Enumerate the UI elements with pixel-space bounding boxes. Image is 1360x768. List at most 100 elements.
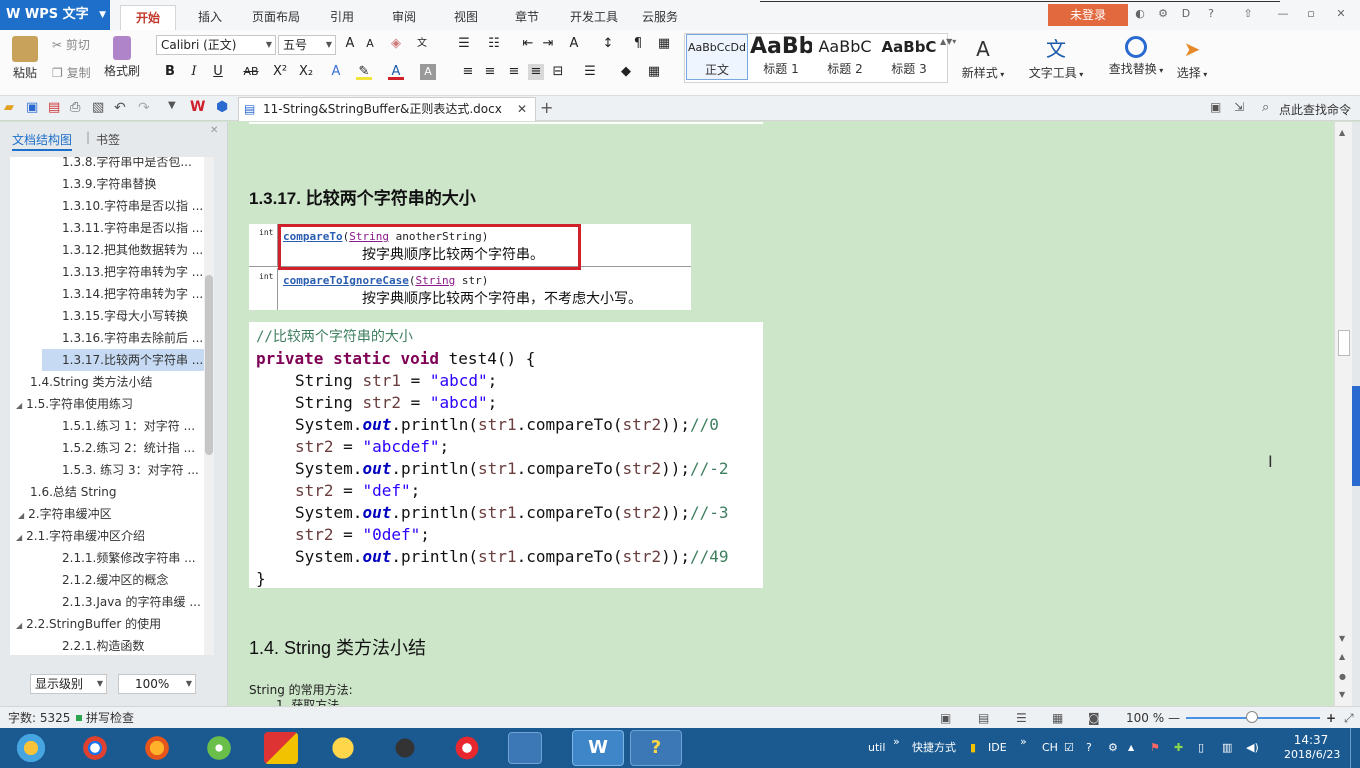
sort-icon[interactable]: ↕ [600, 36, 616, 52]
nav-item[interactable]: 2.1.2.缓冲区的概念 [10, 569, 214, 591]
tab-cloud[interactable]: 云服务 [636, 5, 684, 30]
justify-icon[interactable]: ≡ [528, 64, 544, 80]
collapse-ribbon-icon[interactable]: ⇲ [1234, 100, 1252, 114]
nav-item[interactable]: ◢ 2.字符串缓冲区 [10, 503, 214, 525]
grow-font-icon[interactable]: A [342, 36, 358, 52]
eye-protect-icon[interactable]: ◙ [1088, 707, 1100, 729]
app-icon-rednote[interactable] [264, 732, 298, 764]
clock[interactable]: 14:37 2018/6/23 [1284, 733, 1340, 768]
spring-tool-icon[interactable] [202, 732, 236, 764]
char-shading-icon[interactable]: A [420, 64, 436, 80]
new-tab-icon[interactable]: + [540, 98, 556, 117]
nav-item[interactable]: 1.4.String 类方法小结 [10, 371, 214, 393]
nav-scrollbar[interactable] [204, 157, 214, 655]
tab-document-map[interactable]: 文档结构图 [12, 131, 73, 151]
collapse-triangle-icon[interactable]: ◢ [16, 621, 22, 630]
close-panel-icon[interactable]: ✕ [210, 125, 218, 136]
zoom-value[interactable]: 100 % [1126, 707, 1164, 729]
nav-item[interactable]: 1.3.15.字母大小写转换 [10, 305, 214, 327]
netease-music-icon[interactable] [450, 732, 484, 764]
nav-item[interactable]: 1.5.3. 练习 3：对字符 ... [10, 459, 214, 481]
login-button[interactable]: 未登录 [1048, 4, 1128, 26]
nav-scroll-thumb[interactable] [205, 275, 213, 455]
tab-bookmarks[interactable]: 书签 [96, 131, 120, 148]
firefox-icon[interactable] [140, 732, 174, 764]
align-center-icon[interactable]: ≡ [482, 64, 498, 80]
web-view-icon[interactable]: ▦ [1052, 707, 1063, 729]
chevron-icon[interactable]: » [893, 722, 900, 762]
tab-insert[interactable]: 插入 [192, 5, 228, 30]
style-heading-2[interactable]: AaBbC 标题 2 [814, 34, 876, 80]
tray-help-icon[interactable]: ? [1086, 728, 1092, 768]
border-icon[interactable]: ▦ [646, 64, 662, 80]
nav-item[interactable]: 1.3.13.把字符串转为字 ... [10, 261, 214, 283]
collapse-triangle-icon[interactable]: ◢ [16, 401, 22, 410]
tray-flag-icon[interactable]: ⚑ [1150, 728, 1160, 768]
subscript-button[interactable]: X₂ [298, 64, 314, 80]
camera-icon[interactable] [388, 732, 422, 764]
align-right-icon[interactable]: ≡ [506, 64, 522, 80]
underline-button[interactable]: U [210, 64, 226, 80]
line-spacing-icon[interactable]: ☰ [582, 64, 598, 80]
document-tab[interactable]: ▤ 11-String&StringBuffer&正则表达式.docx ✕ [238, 97, 536, 121]
shrink-font-icon[interactable]: A [362, 36, 378, 52]
help-app-icon[interactable]: ? [630, 730, 682, 766]
start-button[interactable] [14, 732, 48, 764]
distribute-icon[interactable]: ⊟ [550, 64, 566, 80]
copy-button[interactable]: ❐ 复制 [52, 64, 102, 81]
feedback-icon[interactable]: D [1179, 7, 1193, 21]
file-explorer-icon[interactable] [508, 732, 542, 764]
cube-icon[interactable]: ⬢ [216, 99, 234, 115]
tray-settings-icon[interactable]: ⚙ [1108, 728, 1118, 768]
tray-device-icon[interactable]: ▯ [1198, 728, 1204, 768]
chrome-icon[interactable] [78, 732, 112, 764]
doc-scroll-thumb[interactable] [1338, 330, 1350, 356]
open-icon[interactable]: ▰ [4, 100, 20, 115]
next-page-icon[interactable]: ▼ [1339, 690, 1345, 699]
font-name-select[interactable]: Calibri (正文) ▼ [156, 35, 276, 55]
select-button[interactable]: ➤ 选择 ▾ [1172, 36, 1212, 81]
app-menu-button[interactable]: W WPS 文字 ▼ [0, 0, 110, 30]
toolbar-quick-launch[interactable]: 快捷方式 [912, 728, 956, 768]
show-hidden-icons[interactable]: ▲ [1128, 728, 1134, 768]
text-effect-icon[interactable]: A [328, 64, 344, 80]
font-size-select[interactable]: 五号 ▼ [278, 35, 336, 55]
style-scroll-icon[interactable]: ▲▼▾ [940, 34, 956, 82]
nav-zoom-select[interactable]: 100% ▼ [118, 674, 196, 694]
nav-item[interactable]: 1.3.16.字符串去除前后 ... [10, 327, 214, 349]
page-view-icon[interactable]: ▤ [978, 707, 989, 729]
show-desktop-button[interactable] [1350, 728, 1360, 768]
skin-icon[interactable]: ◐ [1133, 7, 1147, 21]
maximize-icon[interactable]: ▫ [1304, 7, 1318, 21]
nav-item[interactable]: 2.2.1.构造函数 [10, 635, 214, 655]
export-pdf-icon[interactable]: ▤ [48, 100, 64, 115]
table-icon[interactable]: ▦ [656, 36, 672, 52]
font-color-icon[interactable]: A [388, 64, 404, 80]
print-icon[interactable]: ⎙ [70, 100, 86, 115]
zoom-in-icon[interactable]: + [1326, 707, 1336, 729]
chat-icon[interactable] [326, 732, 360, 764]
style-normal[interactable]: AaBbCcDd 正文 [686, 34, 748, 80]
tray-plus-icon[interactable]: ✚ [1174, 728, 1183, 768]
help-icon[interactable]: ? [1204, 7, 1218, 21]
nav-item[interactable]: 1.3.8.字符串中是否包... [10, 157, 214, 173]
nav-item[interactable]: ◢ 2.1.字符串缓冲区介绍 [10, 525, 214, 547]
browse-object-icon[interactable]: ● [1339, 672, 1346, 681]
style-heading-1[interactable]: AaBb 标题 1 [750, 34, 812, 80]
pinyin-icon[interactable]: 文 [414, 36, 430, 52]
show-level-select[interactable]: 显示级别 ▼ [30, 674, 107, 694]
numbering-icon[interactable]: ☷ [486, 36, 502, 52]
fit-icon[interactable]: ⤢ [1344, 707, 1354, 729]
prev-page-icon[interactable]: ▲ [1339, 652, 1345, 661]
tab-references[interactable]: 引用 [324, 5, 360, 30]
zoom-out-icon[interactable]: — [1168, 707, 1180, 729]
style-heading-3[interactable]: AaBbC 标题 3 [878, 34, 940, 80]
method-name[interactable]: compareToIgnoreCase [283, 274, 409, 287]
scroll-down-icon[interactable]: ▼ [1339, 634, 1345, 643]
toolbar-ide[interactable]: IDE [988, 728, 1007, 768]
new-style-button[interactable]: A 新样式 ▾ [956, 36, 1010, 81]
nav-item[interactable]: ◢ 2.2.StringBuffer 的使用 [10, 613, 214, 635]
tab-chapter[interactable]: 章节 [509, 5, 545, 30]
find-command-box[interactable]: 点此查找命令 [1279, 101, 1359, 118]
tab-review[interactable]: 审阅 [386, 5, 422, 30]
